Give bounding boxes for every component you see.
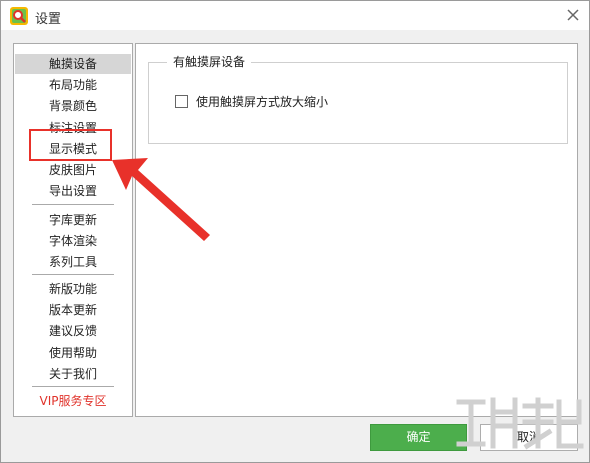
title-bar: 设置 xyxy=(1,1,589,30)
sidebar-divider xyxy=(32,274,114,275)
touch-zoom-checkbox[interactable] xyxy=(175,95,188,108)
sidebar-divider xyxy=(32,386,114,387)
sidebar-item-touch[interactable]: 触摸设备 xyxy=(15,54,131,74)
sidebar-item-font-render[interactable]: 字体渲染 xyxy=(15,231,131,251)
watermark-logo xyxy=(456,397,584,450)
sidebar-item-new-features[interactable]: 新版功能 xyxy=(15,279,131,299)
sidebar-item-help[interactable]: 使用帮助 xyxy=(15,343,131,363)
sidebar-item-background[interactable]: 背景颜色 xyxy=(15,96,131,116)
sidebar-item-skin[interactable]: 皮肤图片 xyxy=(15,160,131,180)
app-logo-icon xyxy=(10,7,28,25)
ok-button[interactable]: 确定 xyxy=(370,424,467,451)
window-title: 设置 xyxy=(35,12,62,27)
sidebar-item-vip[interactable]: VIP服务专区 xyxy=(15,391,131,411)
group-title: 有触摸屏设备 xyxy=(167,53,252,70)
sidebar-item-export[interactable]: 导出设置 xyxy=(15,181,131,201)
close-icon[interactable] xyxy=(563,5,583,25)
sidebar-item-version-update[interactable]: 版本更新 xyxy=(15,300,131,320)
settings-content-panel: 有触摸屏设备 使用触摸屏方式放大缩小 xyxy=(135,43,578,417)
sidebar-item-layout[interactable]: 布局功能 xyxy=(15,75,131,95)
sidebar-item-feedback[interactable]: 建议反馈 xyxy=(15,321,131,341)
settings-sidebar: 触摸设备 布局功能 背景颜色 标注设置 显示模式 皮肤图片 导出设置 字库更新 … xyxy=(13,43,133,417)
highlight-box-annotation xyxy=(29,129,112,161)
touch-device-group: 有触摸屏设备 使用触摸屏方式放大缩小 xyxy=(148,53,568,144)
touch-zoom-checkbox-label[interactable]: 使用触摸屏方式放大缩小 xyxy=(196,93,328,110)
sidebar-item-about[interactable]: 关于我们 xyxy=(15,364,131,384)
sidebar-item-font-library[interactable]: 字库更新 xyxy=(15,210,131,230)
sidebar-divider xyxy=(32,204,114,205)
sidebar-item-tools[interactable]: 系列工具 xyxy=(15,252,131,272)
